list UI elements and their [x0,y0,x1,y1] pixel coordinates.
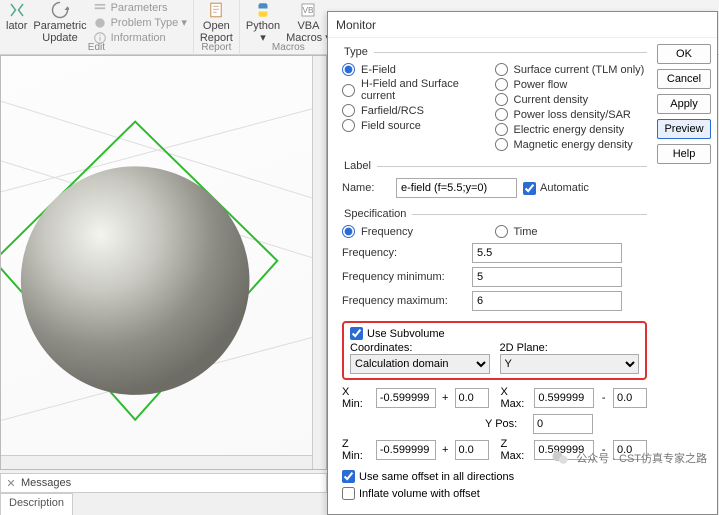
help-button[interactable]: Help [657,144,711,164]
ribbon-group-label: Report [201,42,231,55]
ribbon-group-report: Open Report Report [194,0,240,55]
ribbon-item-lator[interactable]: lator [6,1,27,32]
close-icon[interactable]: ✕ [1,477,21,490]
watermark: 公众号 · CST仿真专家之路 [550,448,707,468]
scrollbar-horizontal[interactable] [1,455,312,469]
label-legend: Label [342,160,377,172]
sphere [21,166,250,395]
radio-farfield[interactable]: Farfield/RCS [342,103,495,118]
radio-efield[interactable]: E-Field [342,62,495,77]
ribbon-item-vba[interactable]: VB VBA Macros ▾ [286,1,331,44]
scene [1,56,326,468]
dialog-titlebar[interactable]: Monitor [328,12,717,38]
spec-input[interactable] [472,291,622,311]
ribbon-group-macros: Python ▾ VB VBA Macros ▾ Macros [240,0,337,55]
ribbon-group-edit: lator Parametric Update Parameters Probl… [0,0,194,55]
offset-input[interactable] [455,440,489,460]
ribbon-item-parameters: Parameters [93,1,187,15]
radio-time[interactable]: Time [495,224,648,239]
ribbon-item-problem-type: Problem Type ▾ [93,16,187,30]
specification-group: Specification Frequency Time Frequency:F… [342,208,647,315]
dialog-buttons: OK Cancel Apply Preview Help [657,38,717,514]
messages-label: Messages [21,477,71,489]
3d-viewport[interactable] [0,55,327,470]
radio-tlm[interactable]: Surface current (TLM only) [495,62,648,77]
messages-panel-header[interactable]: ✕ Messages [0,473,327,493]
ribbon-item-information: Information [93,31,187,45]
svg-text:VB: VB [303,6,315,15]
max-input[interactable] [534,388,594,408]
type-legend: Type [342,46,374,58]
apply-button[interactable]: Apply [657,94,711,114]
ok-button[interactable]: OK [657,44,711,64]
min-input[interactable] [376,388,436,408]
plane-label: 2D Plane: [500,342,640,354]
description-tab[interactable]: Description [0,493,73,515]
ribbon-group-label: Macros [272,42,305,55]
offset-input[interactable] [613,388,647,408]
label-group: Label Name: Automatic [342,160,647,202]
subvolume-highlight: Use Subvolume Coordinates: 2D Plane: Cal… [342,321,647,380]
spec-input[interactable] [472,243,622,263]
monitor-dialog: Monitor Type E-FieldH-Field and Surface … [327,11,718,515]
radio-eeng[interactable]: Electric energy density [495,122,648,137]
plane-select[interactable]: Y [500,354,640,374]
cancel-button[interactable]: Cancel [657,69,711,89]
ribbon-group-label: Edit [88,42,105,55]
ribbon-item-open-report[interactable]: Open Report [200,1,233,44]
radio-pflow[interactable]: Power flow [495,77,648,92]
specification-legend: Specification [342,208,412,220]
radio-frequency[interactable]: Frequency [342,224,495,239]
inflate-checkbox[interactable]: Inflate volume with offset [342,487,647,500]
coordinates-label: Coordinates: [350,342,490,354]
scrollbar-vertical[interactable] [312,56,326,469]
name-label: Name: [342,182,390,194]
coordinates-select[interactable]: Calculation domain [350,354,490,374]
type-group: Type E-FieldH-Field and Surface currentF… [342,46,647,154]
preview-button[interactable]: Preview [657,119,711,139]
ribbon-item-python[interactable]: Python ▾ [246,1,280,44]
radio-cdens[interactable]: Current density [495,92,648,107]
wechat-icon [550,448,570,468]
use-subvolume-checkbox[interactable]: Use Subvolume [350,327,639,340]
spec-input[interactable] [472,267,622,287]
max-input[interactable] [533,414,593,434]
same-offset-checkbox[interactable]: Use same offset in all directions [342,470,647,483]
offset-input[interactable] [455,388,489,408]
name-input[interactable] [396,178,517,198]
radio-ploss[interactable]: Power loss density/SAR [495,107,648,122]
automatic-checkbox[interactable]: Automatic [523,182,647,195]
radio-hfield[interactable]: H-Field and Surface current [342,77,495,103]
ribbon-item-param-update[interactable]: Parametric Update [33,1,86,44]
radio-meng[interactable]: Magnetic energy density [495,137,648,152]
radio-fieldsrc[interactable]: Field source [342,118,495,133]
min-input[interactable] [376,440,436,460]
